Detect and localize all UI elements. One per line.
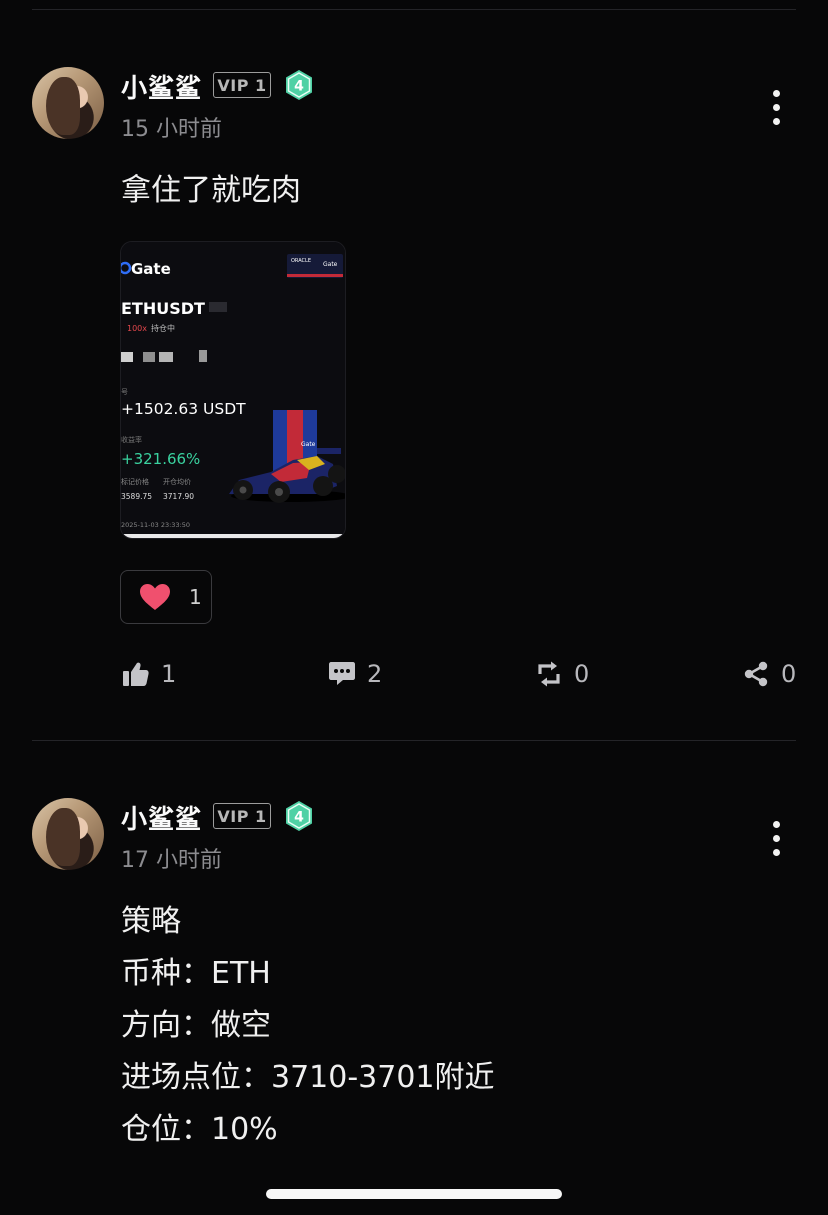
more-options-icon[interactable] — [768, 90, 784, 130]
level-number: 4 — [294, 79, 304, 95]
image-roi: +321.66% — [121, 450, 200, 468]
comment-icon — [329, 662, 355, 685]
repost-button[interactable]: 0 — [536, 652, 589, 696]
reaction-count: 1 — [189, 585, 202, 609]
post-text-line: 进场点位：3710-3701附近 — [121, 1060, 495, 1095]
post-card: 小鲨鲨 VIP 1 4 17 小时前 策略 币种：ETH 方向：做空 进场点位：… — [0, 731, 828, 1215]
post-text-line: 方向：做空 — [121, 1008, 271, 1043]
svg-text:Gate: Gate — [301, 441, 316, 448]
trade-screenshot: Gate ORACLE Gate ETHUSDT 100x 持仓中 号 +150… — [121, 242, 345, 538]
svg-text:号: 号 — [121, 388, 128, 396]
image-pair: ETHUSDT — [121, 299, 205, 318]
post-time: 17 小时前 — [121, 848, 222, 873]
image-timestamp: 2025-11-03 23:33:50 — [121, 521, 190, 529]
like-button[interactable]: 1 — [123, 652, 176, 696]
share-button[interactable]: 0 — [743, 652, 796, 696]
vip-badge: VIP 1 — [213, 72, 271, 98]
image-mark-label: 标记价格 — [121, 477, 149, 486]
heart-reaction-button[interactable]: 1 — [120, 570, 212, 624]
post-card: 小鲨鲨 VIP 1 4 15 小时前 拿住了就吃肉 Gate ORACLE Ga… — [0, 0, 828, 740]
username[interactable]: 小鲨鲨 — [121, 68, 202, 105]
more-options-icon[interactable] — [768, 821, 784, 861]
image-status: 持仓中 — [151, 323, 175, 333]
image-mark-value: 3589.75 — [121, 492, 152, 501]
share-icon — [744, 661, 768, 687]
share-count: 0 — [781, 660, 797, 688]
post-text-line: 仓位：10% — [121, 1112, 278, 1147]
comment-button[interactable]: 2 — [329, 652, 382, 696]
post-text: 拿住了就吃肉 — [121, 173, 301, 208]
post-time: 15 小时前 — [121, 117, 222, 142]
home-indicator[interactable] — [266, 1189, 562, 1199]
vip-badge: VIP 1 — [213, 803, 271, 829]
avatar[interactable] — [32, 798, 104, 870]
image-open-value: 3717.90 — [163, 492, 194, 501]
image-roi-label: 收益率 — [121, 435, 142, 444]
post-text-line: 策略 — [121, 904, 181, 939]
avatar[interactable] — [32, 67, 104, 139]
post-image[interactable]: Gate ORACLE Gate ETHUSDT 100x 持仓中 号 +150… — [120, 241, 346, 539]
svg-text:ORACLE: ORACLE — [291, 258, 311, 264]
username[interactable]: 小鲨鲨 — [121, 799, 202, 836]
level-badge-icon: 4 — [286, 70, 312, 100]
image-leverage: 100x — [127, 324, 147, 333]
image-pnl: +1502.63 USDT — [121, 400, 246, 418]
post-text-line: 币种：ETH — [121, 956, 271, 991]
repost-count: 0 — [574, 660, 590, 688]
level-number: 4 — [294, 810, 304, 826]
image-open-label: 开仓均价 — [163, 477, 191, 486]
like-count: 1 — [161, 660, 177, 688]
heart-icon — [140, 584, 170, 610]
image-brand: Gate — [131, 260, 171, 278]
comment-count: 2 — [367, 660, 383, 688]
repost-icon — [538, 661, 560, 687]
svg-text:Gate: Gate — [323, 261, 338, 268]
thumbs-up-icon — [123, 662, 149, 686]
level-badge-icon: 4 — [286, 801, 312, 831]
